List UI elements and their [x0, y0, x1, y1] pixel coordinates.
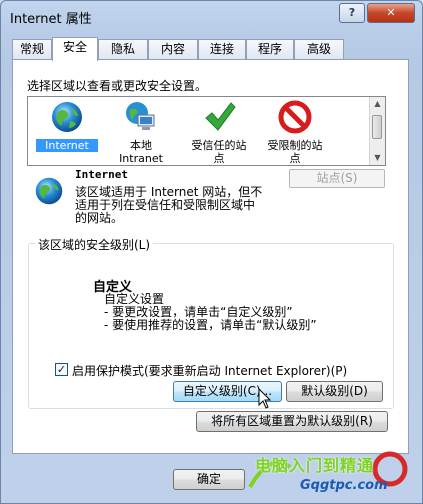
checkmark-icon [205, 102, 236, 131]
default-level-button[interactable]: 默认级别(D) [286, 381, 383, 402]
zone-intranet-label: 本地 Intranet [119, 139, 163, 165]
sites-button[interactable]: 站点(S) [289, 169, 385, 188]
level-line: - 要使用推荐的设置，请单击“默认级别” [104, 318, 317, 332]
zone-trusted-label: 受信任的站 点 [191, 139, 247, 165]
globe-icon [52, 102, 82, 132]
selected-zone-title: Internet [75, 168, 128, 181]
close-button[interactable]: ✕ [367, 3, 415, 23]
security-level-description: 自定义设置 - 要更改设置，请单击“自定义级别” - 要使用推荐的设置，请单击“… [104, 293, 317, 332]
selected-zone-description: 该区域适用于 Internet 网站，但不适用于列在受信任和受限制区域中的网站。 [75, 185, 263, 225]
ok-button[interactable]: 确定 [173, 469, 245, 490]
tab-advanced[interactable]: 高级 [294, 39, 344, 60]
scroll-up-icon[interactable]: ▲ [370, 97, 385, 111]
tab-privacy[interactable]: 隐私 [98, 39, 148, 60]
tab-general[interactable]: 常规 [12, 39, 52, 60]
tab-connections[interactable]: 连接 [198, 39, 246, 60]
zone-restricted-sites[interactable]: 受限制的站 点 [260, 97, 330, 165]
zone-list-scrollbar[interactable]: ▲ ▼ [369, 97, 385, 165]
intranet-icon [126, 102, 155, 130]
selected-zone-globe-icon [35, 177, 63, 205]
zone-trusted-sites[interactable]: 受信任的站 点 [184, 97, 254, 165]
tab-content[interactable]: 内容 [148, 39, 198, 60]
tab-security[interactable]: 安全 [52, 37, 98, 61]
reset-all-zones-button[interactable]: 将所有区域重置为默认级别(R) [196, 411, 388, 432]
watermark-text: 电脑入门到精通 [255, 456, 375, 475]
restricted-icon [278, 100, 312, 134]
security-level-group-label: 该区域的安全级别(L) [35, 236, 154, 253]
zone-restricted-label: 受限制的站 点 [267, 139, 323, 165]
protected-mode-label[interactable]: 启用保护模式(要求重新启动 Internet Explorer)(P) [72, 362, 347, 379]
zone-internet-label: Internet [36, 139, 98, 152]
zone-local-intranet[interactable]: 本地 Intranet [110, 97, 172, 165]
zone-list: Internet 本地 Intranet 受信任的站 点 受限制的站 点 ▲ ▼ [27, 96, 386, 166]
help-button[interactable]: ? [339, 3, 365, 23]
zone-instruction: 选择区域以查看或更改安全设置。 [27, 79, 208, 93]
mouse-pointer-icon [258, 388, 272, 409]
watermark-url: Gqgtpc.com [300, 478, 388, 493]
protected-mode-checkbox[interactable]: ✓ [55, 363, 68, 376]
scroll-down-icon[interactable]: ▼ [370, 151, 385, 165]
title-bar: Internet 属性 ? ✕ [1, 1, 422, 31]
scroll-thumb[interactable] [372, 115, 382, 139]
window-title: Internet 属性 [10, 12, 92, 27]
zone-internet[interactable]: Internet [36, 97, 98, 152]
tab-programs[interactable]: 程序 [246, 39, 294, 60]
